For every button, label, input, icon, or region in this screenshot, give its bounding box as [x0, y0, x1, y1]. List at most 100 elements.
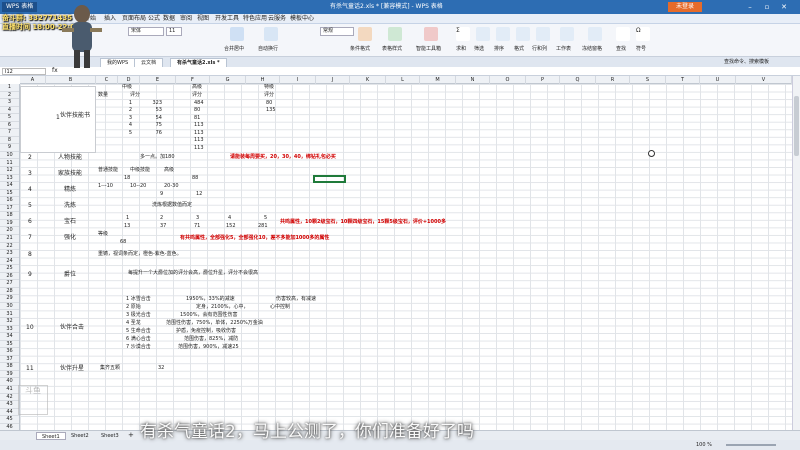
rows-cols-icon[interactable] — [536, 27, 550, 41]
row-header-8[interactable]: 8 — [0, 137, 19, 145]
row-header-17[interactable]: 17 — [0, 205, 19, 213]
col-R[interactable]: R — [596, 76, 630, 84]
row-header-13[interactable]: 13 — [0, 175, 19, 183]
close-icon[interactable]: ✕ — [779, 2, 789, 12]
font-name-select[interactable]: 宋体 — [128, 27, 164, 36]
menu-page-layout[interactable]: 页面布局 — [122, 15, 146, 23]
maximize-icon[interactable]: ▫ — [762, 2, 772, 12]
conditional-format-icon[interactable] — [358, 27, 372, 41]
menu-developer[interactable]: 开发工具 — [215, 15, 239, 23]
row-header-7[interactable]: 7 — [0, 129, 19, 137]
menu-view[interactable]: 视图 — [197, 15, 209, 23]
filter-icon[interactable] — [476, 27, 490, 41]
wrap-text-icon[interactable] — [264, 27, 278, 41]
col-G[interactable]: G — [210, 76, 246, 84]
format-icon[interactable] — [516, 27, 530, 41]
row-header-2[interactable]: 2 — [0, 92, 19, 100]
row-header-11[interactable]: 11 — [0, 160, 19, 168]
add-sheet-icon[interactable]: + — [128, 431, 134, 439]
row-header-25[interactable]: 25 — [0, 265, 19, 273]
col-L[interactable]: L — [386, 76, 420, 84]
row-header-29[interactable]: 29 — [0, 295, 19, 303]
login-button[interactable]: 未登录 — [668, 2, 702, 12]
sheet-tab-3[interactable]: Sheet3 — [96, 432, 124, 440]
name-box[interactable]: I12 — [2, 68, 46, 75]
col-C[interactable]: C — [96, 76, 118, 84]
menu-templates[interactable]: 模板中心 — [290, 15, 314, 23]
zoom-level[interactable]: 100 % — [696, 440, 712, 450]
row-header-15[interactable]: 15 — [0, 190, 19, 198]
row-header-22[interactable]: 22 — [0, 243, 19, 251]
row-header-31[interactable]: 31 — [0, 311, 19, 319]
col-A[interactable]: A — [20, 76, 46, 84]
col-D[interactable]: D — [118, 76, 140, 84]
row-header-21[interactable]: 21 — [0, 235, 19, 243]
table-style-icon[interactable] — [388, 27, 402, 41]
col-B[interactable]: B — [46, 76, 96, 84]
row-header-45[interactable]: 45 — [0, 416, 19, 424]
row-header-19[interactable]: 19 — [0, 220, 19, 228]
row-header-20[interactable]: 20 — [0, 227, 19, 235]
zoom-slider[interactable] — [726, 444, 776, 446]
vertical-scrollbar[interactable] — [792, 76, 800, 430]
col-J[interactable]: J — [316, 76, 350, 84]
row-header-28[interactable]: 28 — [0, 288, 19, 296]
col-F[interactable]: F — [176, 76, 210, 84]
sort-icon[interactable] — [496, 27, 510, 41]
row-header-36[interactable]: 36 — [0, 348, 19, 356]
row-header-44[interactable]: 44 — [0, 409, 19, 417]
smart-toolbox-icon[interactable] — [424, 27, 438, 41]
row-header-37[interactable]: 37 — [0, 356, 19, 364]
row-header-41[interactable]: 41 — [0, 386, 19, 394]
row-header-32[interactable]: 32 — [0, 318, 19, 326]
tab-active-document[interactable]: 有杀气童话2.xls * — [170, 58, 227, 67]
row-header-14[interactable]: 14 — [0, 182, 19, 190]
font-size-select[interactable]: 11 — [166, 27, 182, 36]
row-header-27[interactable]: 27 — [0, 280, 19, 288]
row-header-4[interactable]: 4 — [0, 107, 19, 115]
worksheet-icon[interactable] — [560, 27, 574, 41]
row-header-23[interactable]: 23 — [0, 250, 19, 258]
col-T[interactable]: T — [666, 76, 700, 84]
row-header-39[interactable]: 39 — [0, 371, 19, 379]
row-header-12[interactable]: 12 — [0, 167, 19, 175]
number-format-select[interactable]: 常规 — [320, 27, 354, 36]
row-header-16[interactable]: 16 — [0, 197, 19, 205]
col-U[interactable]: U — [700, 76, 736, 84]
menu-review[interactable]: 审阅 — [180, 15, 192, 23]
row-header-40[interactable]: 40 — [0, 378, 19, 386]
row-header-38[interactable]: 38 — [0, 363, 19, 371]
col-O[interactable]: O — [490, 76, 526, 84]
row-header-43[interactable]: 43 — [0, 401, 19, 409]
scroll-thumb[interactable] — [794, 96, 799, 156]
col-K[interactable]: K — [350, 76, 386, 84]
row-header-6[interactable]: 6 — [0, 122, 19, 130]
row-header-9[interactable]: 9 — [0, 144, 19, 152]
col-H[interactable]: H — [246, 76, 280, 84]
row-header-30[interactable]: 30 — [0, 303, 19, 311]
find-icon[interactable] — [616, 27, 630, 41]
col-E[interactable]: E — [140, 76, 176, 84]
minimize-icon[interactable]: – — [745, 2, 755, 12]
row-header-3[interactable]: 3 — [0, 99, 19, 107]
selected-cell[interactable] — [313, 175, 346, 183]
col-S[interactable]: S — [630, 76, 666, 84]
col-N[interactable]: N — [456, 76, 490, 84]
menu-formula[interactable]: 公式 — [148, 15, 160, 23]
sheet-tab-1[interactable]: Sheet1 — [36, 432, 66, 440]
sheet-tab-2[interactable]: Sheet2 — [66, 432, 94, 440]
col-I[interactable]: I — [280, 76, 316, 84]
freeze-panes-icon[interactable] — [588, 27, 602, 41]
merge-center-icon[interactable] — [230, 27, 244, 41]
col-Q[interactable]: Q — [560, 76, 596, 84]
row-header-18[interactable]: 18 — [0, 212, 19, 220]
row-header-5[interactable]: 5 — [0, 114, 19, 122]
row-header-33[interactable]: 33 — [0, 326, 19, 334]
row-header-10[interactable]: 10 — [0, 152, 19, 160]
row-header-24[interactable]: 24 — [0, 258, 19, 266]
row-header-35[interactable]: 35 — [0, 341, 19, 349]
row-header-26[interactable]: 26 — [0, 273, 19, 281]
col-M[interactable]: M — [420, 76, 456, 84]
wps-logo-menu[interactable]: WPS 表格 — [2, 2, 38, 12]
col-V[interactable]: V — [736, 76, 792, 84]
